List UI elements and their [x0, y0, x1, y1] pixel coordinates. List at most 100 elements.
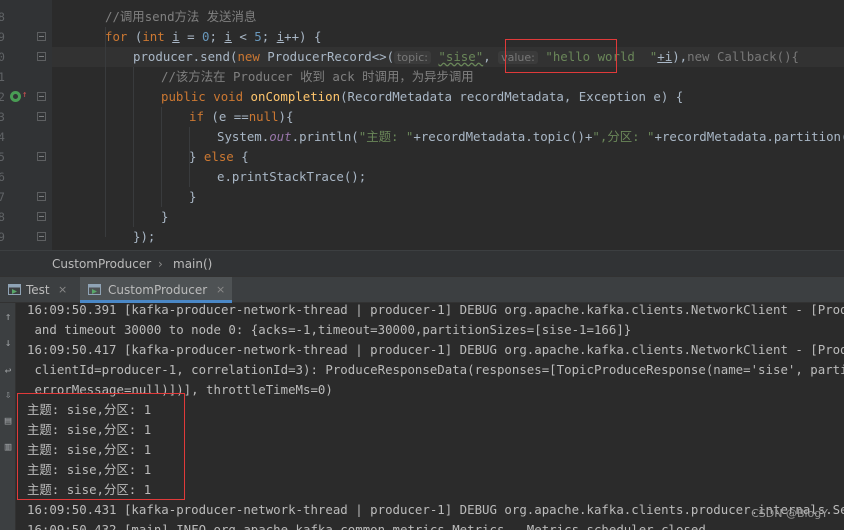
string-literal: "sise" — [438, 49, 484, 64]
code-line: } else { — [189, 147, 249, 167]
number-literal: 0 — [202, 29, 210, 44]
run-config-icon — [8, 284, 21, 295]
close-icon[interactable]: × — [58, 277, 67, 303]
code-token: } — [189, 149, 204, 164]
keyword-int: int — [142, 29, 165, 44]
string-literal: ",分区: " — [592, 129, 655, 144]
code-line: System.out.println("主题: "+recordMetadata… — [217, 127, 844, 147]
code-token: (RecordMetadata recordMetadata, Exceptio… — [340, 89, 684, 104]
code-token: ){ — [278, 109, 294, 124]
code-token: System. — [217, 129, 270, 144]
breadcrumb: CustomProducer › main() — [0, 250, 844, 276]
line-number: 3 — [0, 110, 5, 124]
keyword-if: if — [189, 109, 204, 124]
code-token: +recordMetadata.partition()); — [654, 129, 844, 144]
code-token: , — [483, 49, 491, 64]
fold-icon[interactable] — [37, 192, 46, 201]
fold-icon[interactable] — [37, 232, 46, 241]
code-token: (e == — [203, 109, 249, 124]
variable-i: i — [172, 29, 180, 44]
string-literal: "主题: " — [358, 129, 414, 144]
code-token: ; — [209, 29, 225, 44]
code-line: }); — [133, 227, 155, 247]
method-name: onCompletion — [250, 89, 341, 104]
comment: //调用send方法 发送消息 — [105, 9, 257, 24]
editor-gutter: 8 9 0 1 2 ↑ 3 4 5 6 7 8 9 — [0, 0, 52, 250]
keyword-void: void — [213, 89, 244, 104]
tab-label: Test — [26, 283, 50, 297]
code-token: e.printStackTrace(); — [217, 169, 367, 184]
gutter-line: 3 — [0, 107, 52, 127]
keyword-public: public — [161, 89, 206, 104]
implements-method-icon[interactable] — [10, 91, 21, 102]
tab-test[interactable]: Test × — [0, 277, 72, 303]
code-token: new Callback(){ — [687, 49, 800, 64]
code-line: } — [161, 207, 168, 227]
breadcrumb-method[interactable]: main() — [173, 251, 212, 277]
console-toolbar: ↑ ↓ ↩ ⇩ ▤ ▥ — [0, 303, 16, 530]
keyword-else: else — [203, 149, 234, 164]
scroll-to-end-icon[interactable]: ⇩ — [2, 389, 14, 401]
console-line: 16:09:50.391 [kafka-producer-network-thr… — [27, 303, 844, 317]
variable-i: i — [224, 29, 232, 44]
fold-icon[interactable] — [37, 52, 46, 61]
gutter-line: 8 — [0, 207, 52, 227]
line-number: 5 — [0, 150, 5, 164]
breadcrumb-class[interactable]: CustomProducer — [52, 251, 151, 277]
code-editor[interactable]: 8 9 0 1 2 ↑ 3 4 5 6 7 8 9 //调用send方法 发送消息… — [0, 0, 844, 250]
breadcrumb-separator: › — [158, 257, 163, 271]
annotation-highlight-box — [17, 393, 185, 500]
fold-icon[interactable] — [37, 92, 46, 101]
line-number: 0 — [0, 50, 5, 64]
line-number: 4 — [0, 130, 5, 144]
code-line: e.printStackTrace(); — [217, 167, 366, 187]
close-icon[interactable]: × — [216, 277, 225, 303]
gutter-line: 5 — [0, 147, 52, 167]
tab-customproducer[interactable]: CustomProducer × — [80, 277, 232, 303]
static-field: out — [269, 129, 292, 144]
gutter-line: 1 — [0, 67, 52, 87]
line-number: 2 — [0, 90, 5, 104]
code-token: ; — [261, 29, 277, 44]
soft-wrap-icon[interactable]: ↩ — [2, 365, 14, 377]
gutter-line: 7 — [0, 187, 52, 207]
code-token: = — [179, 29, 203, 44]
keyword-for: for — [105, 29, 128, 44]
line-number: 8 — [0, 10, 5, 24]
tab-label: CustomProducer — [108, 283, 208, 297]
number-literal: 5 — [254, 29, 262, 44]
code-area[interactable]: //调用send方法 发送消息 for (int i = 0; i < 5; i… — [52, 0, 844, 250]
code-line: for (int i = 0; i < 5; i++) { — [105, 27, 321, 47]
console-line: clientId=producer-1, correlationId=3): P… — [27, 362, 844, 377]
gutter-line: 2 ↑ — [0, 87, 52, 107]
keyword-new: new — [237, 49, 260, 64]
fold-icon[interactable] — [37, 32, 46, 41]
fold-icon[interactable] — [37, 152, 46, 161]
fold-icon[interactable] — [37, 212, 46, 221]
line-number: 9 — [0, 30, 5, 44]
code-token: { — [233, 149, 249, 164]
gutter-line: 8 — [0, 7, 52, 27]
print-icon[interactable]: ▤ — [2, 415, 14, 427]
gutter-line: 4 — [0, 127, 52, 147]
line-number: 9 — [0, 230, 5, 244]
gutter-line: 9 — [0, 27, 52, 47]
line-number: 8 — [0, 210, 5, 224]
parameter-hint-topic: topic: — [394, 51, 431, 64]
code-token: producer.send( — [133, 49, 238, 64]
console-line: 16:09:50.417 [kafka-producer-network-thr… — [27, 342, 844, 357]
code-token: }); — [133, 229, 156, 244]
arrow-down-icon[interactable]: ↓ — [2, 337, 14, 349]
comment: //该方法在 Producer 收到 ack 时调用，为异步调用 — [161, 69, 474, 84]
run-config-icon — [88, 284, 101, 295]
console-line: 16:09:50.431 [kafka-producer-network-thr… — [27, 502, 844, 517]
line-number: 7 — [0, 190, 5, 204]
code-token: +i — [657, 49, 673, 64]
fold-icon[interactable] — [37, 112, 46, 121]
arrow-up-icon[interactable]: ↑ — [2, 311, 14, 323]
code-line: } — [189, 187, 196, 207]
code-line: if (e ==null){ — [189, 107, 293, 127]
code-token: } — [161, 209, 169, 224]
delete-icon[interactable]: ▥ — [2, 441, 14, 453]
code-line: //该方法在 Producer 收到 ack 时调用，为异步调用 — [161, 67, 474, 87]
